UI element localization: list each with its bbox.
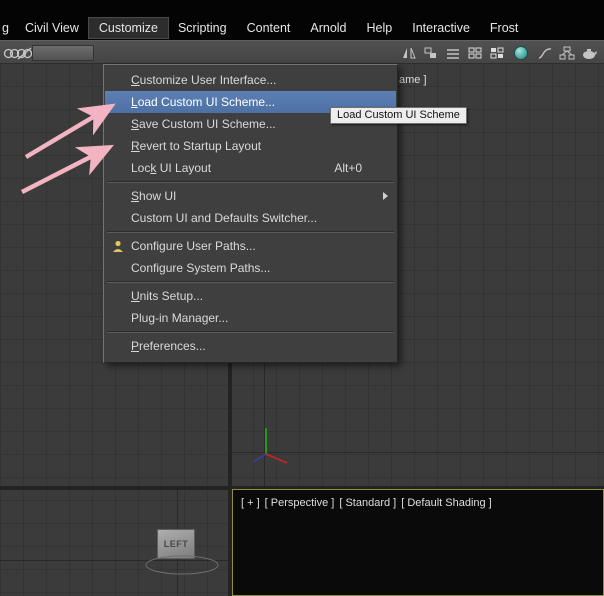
menubar-item-civil-view[interactable]: Civil View: [15, 18, 89, 38]
menu-separator: [107, 231, 394, 233]
menu-bar: g Civil View Customize Scripting Content…: [0, 0, 604, 40]
viewport-point-of-view-label[interactable]: [ Perspective ]: [265, 497, 335, 509]
menubar-item-content[interactable]: Content: [237, 18, 301, 38]
menu-item-label: Plug-in Manager...: [131, 311, 228, 325]
align-icon[interactable]: [422, 44, 440, 62]
menu-item-label: Configure System Paths...: [131, 261, 270, 275]
tooltip: Load Custom UI Scheme: [330, 107, 467, 124]
menubar-item-arnold[interactable]: Arnold: [300, 18, 356, 38]
menubar-item-customize[interactable]: Customize: [89, 18, 168, 38]
menu-item-shortcut: Alt+0: [334, 161, 362, 175]
perspective-viewport[interactable]: [ + ] [ Perspective ] [ Standard ] [ Def…: [232, 489, 604, 596]
curve-editor-icon[interactable]: [536, 44, 554, 62]
menu-item-customize-user-interface[interactable]: Customize User Interface...: [105, 69, 396, 91]
menu-item-label: Revert to Startup Layout: [131, 139, 261, 153]
viewport-shading-label[interactable]: [ Default Shading ]: [401, 497, 492, 509]
menu-separator: [107, 281, 394, 283]
menu-item-label: Lock UI Layout: [131, 161, 211, 175]
main-toolbar: [0, 40, 604, 64]
menubar-item-interactive[interactable]: Interactive: [402, 18, 480, 38]
named-selection-sets-icon[interactable]: [488, 44, 506, 62]
menu-item-custom-ui-defaults-switcher[interactable]: Custom UI and Defaults Switcher...: [105, 207, 396, 229]
menu-item-label: Configure User Paths...: [131, 239, 256, 253]
menu-item-show-ui[interactable]: Show UI: [105, 185, 396, 207]
mirror-icon[interactable]: [400, 44, 418, 62]
submenu-arrow-icon: [383, 192, 388, 200]
menu-separator: [107, 331, 394, 333]
menu-item-label: Units Setup...: [131, 289, 203, 303]
menu-item-plug-in-manager[interactable]: Plug-in Manager...: [105, 307, 396, 329]
unlink-selection-icon[interactable]: [15, 44, 33, 62]
menu-item-label: Show UI: [131, 189, 176, 203]
menu-item-revert-to-startup-layout[interactable]: Revert to Startup Layout: [105, 135, 396, 157]
viewport-label: [ + ] [ Perspective ] [ Standard ] [ Def…: [241, 497, 492, 509]
scene-object-label: LEFT: [164, 539, 189, 549]
menu-item-configure-system-paths[interactable]: Configure System Paths...: [105, 257, 396, 279]
object-shadow-ellipse: [142, 550, 222, 580]
viewport-standard-label[interactable]: [ Standard ]: [339, 497, 396, 509]
menubar-item-frost[interactable]: Frost: [480, 18, 528, 38]
configure-user-paths-icon: [111, 239, 126, 254]
viewport-plus-menu[interactable]: [ + ]: [241, 497, 260, 509]
menu-item-label: Customize User Interface...: [131, 73, 276, 87]
schematic-view-icon[interactable]: [558, 44, 576, 62]
toolbar-sunken-field[interactable]: [32, 45, 94, 61]
render-setup-icon[interactable]: [580, 44, 598, 62]
menu-item-label: Save Custom UI Scheme...: [131, 117, 276, 131]
menubar-item-partial[interactable]: g: [0, 18, 15, 38]
layer-explorer-icon[interactable]: [444, 44, 462, 62]
menu-item-preferences[interactable]: Preferences...: [105, 335, 396, 357]
3dsmax-window: LEFT ame ] [ + ] [ Perspective ] [ Stand…: [0, 0, 604, 596]
material-editor-icon[interactable]: [512, 44, 530, 62]
viewport-label-partial[interactable]: ame ]: [399, 74, 427, 86]
world-axis-gizmo: [240, 418, 300, 468]
menu-item-configure-user-paths[interactable]: Configure User Paths...: [105, 235, 396, 257]
menu-separator: [107, 181, 394, 183]
menu-item-units-setup[interactable]: Units Setup...: [105, 285, 396, 307]
menu-item-lock-ui-layout[interactable]: Lock UI Layout Alt+0: [105, 157, 396, 179]
menu-item-label: Preferences...: [131, 339, 206, 353]
scene-explorer-icon[interactable]: [466, 44, 484, 62]
menubar-item-scripting[interactable]: Scripting: [168, 18, 237, 38]
menu-item-label: Load Custom UI Scheme...: [131, 95, 275, 109]
menubar-item-help[interactable]: Help: [357, 18, 403, 38]
menu-item-label: Custom UI and Defaults Switcher...: [131, 211, 317, 225]
